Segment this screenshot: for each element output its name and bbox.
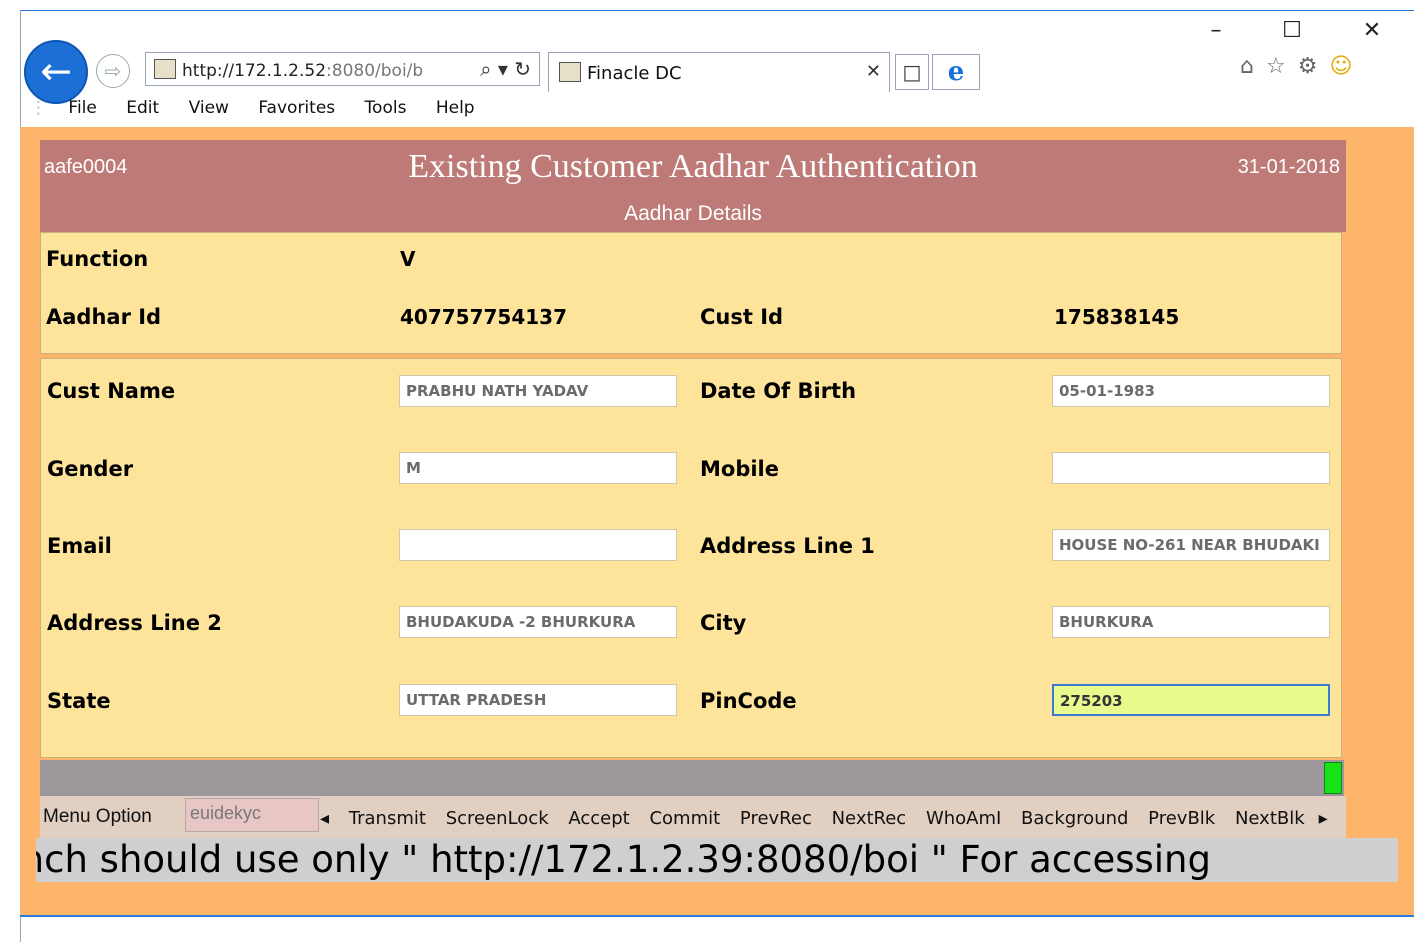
- tab-finacle[interactable]: Finacle DC ✕: [548, 52, 890, 92]
- whoami-button[interactable]: WhoAmI: [926, 808, 1001, 829]
- email-field[interactable]: [399, 529, 677, 561]
- gender-field[interactable]: M: [399, 452, 677, 484]
- email-label: Email: [47, 534, 112, 558]
- menu-option-bar: Menu Option euidekyc ◂ Transmit ScreenLo…: [40, 796, 1346, 838]
- status-indicator: [1324, 762, 1342, 794]
- city-label: City: [700, 611, 747, 635]
- aadhar-id-label: Aadhar Id: [46, 305, 162, 329]
- transmit-button[interactable]: Transmit: [349, 808, 426, 829]
- notice-text: anch should use only " http://172.1.2.39…: [36, 838, 1211, 881]
- toolbar-icons: ⌂☆⚙☺: [1240, 54, 1364, 79]
- gear-icon[interactable]: ⚙: [1298, 54, 1330, 79]
- maximize-button[interactable]: ☐: [1272, 18, 1312, 43]
- address-line-2-field[interactable]: BHUDAKUDA -2 BHURKURA: [399, 606, 677, 638]
- dob-field[interactable]: 05-01-1983: [1052, 375, 1330, 407]
- aadhar-id-value: 407757754137: [400, 305, 567, 329]
- prevblk-button[interactable]: PrevBlk: [1148, 808, 1215, 829]
- minimize-button[interactable]: –: [1196, 18, 1236, 43]
- browser-menubar: ⋮ File Edit View Favorites Tools Help: [30, 98, 499, 124]
- pincode-field[interactable]: 275203: [1052, 684, 1330, 716]
- home-icon[interactable]: ⌂: [1240, 54, 1266, 79]
- scroll-left-icon[interactable]: ◂: [320, 808, 329, 829]
- ie-logo-icon[interactable]: e: [932, 54, 980, 90]
- address-host: 172.1.2.52: [234, 61, 327, 81]
- cust-name-field[interactable]: PRABHU NATH YADAV: [399, 375, 677, 407]
- gender-label: Gender: [47, 457, 134, 481]
- menu-view[interactable]: View: [189, 98, 229, 118]
- function-label: Function: [46, 247, 149, 271]
- city-field[interactable]: BHURKURA: [1052, 606, 1330, 638]
- close-tab-icon[interactable]: ✕: [866, 61, 881, 82]
- menu-tools[interactable]: Tools: [365, 98, 407, 118]
- accept-button[interactable]: Accept: [568, 808, 629, 829]
- page-header: aafe0004 Existing Customer Aadhar Authen…: [40, 140, 1346, 232]
- address-line-1-label: Address Line 1: [700, 534, 875, 558]
- commit-button[interactable]: Commit: [649, 808, 720, 829]
- tab-title: Finacle DC: [587, 63, 682, 84]
- state-label: State: [47, 689, 111, 713]
- forward-arrow-icon[interactable]: ⇨: [96, 54, 130, 88]
- menu-help[interactable]: Help: [436, 98, 475, 118]
- dob-label: Date Of Birth: [700, 379, 857, 403]
- mobile-field[interactable]: [1052, 452, 1330, 484]
- search-refresh-icons[interactable]: ⌕ ▾ ↻: [480, 57, 531, 81]
- close-button[interactable]: ✕: [1352, 18, 1392, 43]
- cust-name-label: Cust Name: [47, 379, 176, 403]
- status-bar: [40, 760, 1344, 796]
- nextblk-button[interactable]: NextBlk: [1235, 808, 1305, 829]
- menu-option-items: ◂ Transmit ScreenLock Accept Commit Prev…: [320, 808, 1342, 829]
- menubar-grip: ⋮: [30, 98, 47, 118]
- header-date: 31-01-2018: [1237, 156, 1340, 178]
- mobile-label: Mobile: [700, 457, 779, 481]
- menu-option-input[interactable]: euidekyc: [185, 798, 319, 832]
- page-icon: [154, 59, 176, 79]
- details-section: Cust Name PRABHU NATH YADAV Date Of Birt…: [40, 358, 1342, 758]
- menu-file[interactable]: File: [68, 98, 96, 118]
- function-value: V: [400, 247, 416, 271]
- cust-id-value: 175838145: [1054, 305, 1180, 329]
- tab-page-icon: [559, 62, 581, 82]
- back-arrow-icon[interactable]: ←: [24, 40, 88, 104]
- scrolling-notice: anch should use only " http://172.1.2.39…: [36, 838, 1398, 882]
- nextrec-button[interactable]: NextRec: [832, 808, 907, 829]
- pincode-label: PinCode: [700, 689, 797, 713]
- menu-favorites[interactable]: Favorites: [258, 98, 335, 118]
- state-field[interactable]: UTTAR PRADESH: [399, 684, 677, 716]
- address-bar[interactable]: http://172.1.2.52:8080/boi/b ⌕ ▾ ↻: [145, 52, 540, 86]
- address-prefix: http://: [182, 61, 235, 81]
- smiley-feedback-icon[interactable]: ☺: [1329, 54, 1364, 79]
- content-bottom-border: [20, 915, 1414, 917]
- page-subtitle: Aadhar Details: [624, 202, 762, 225]
- scroll-right-icon[interactable]: ▸: [1319, 808, 1328, 829]
- address-rest: :8080/boi/b: [326, 61, 424, 81]
- cust-id-label: Cust Id: [700, 305, 784, 329]
- prevrec-button[interactable]: PrevRec: [740, 808, 812, 829]
- browser-window: – ☐ ✕ ← ⇨ http://172.1.2.52:8080/boi/b ⌕…: [0, 0, 1426, 942]
- menu-edit[interactable]: Edit: [126, 98, 159, 118]
- favorites-star-icon[interactable]: ☆: [1266, 54, 1298, 79]
- new-tab-icon[interactable]: □: [895, 54, 929, 90]
- summary-section: Function V Aadhar Id 407757754137 Cust I…: [40, 232, 1342, 354]
- address-line-2-label: Address Line 2: [47, 611, 222, 635]
- page-title: Existing Customer Aadhar Authentication: [408, 148, 978, 185]
- background-button[interactable]: Background: [1021, 808, 1128, 829]
- screenlock-button[interactable]: ScreenLock: [446, 808, 549, 829]
- address-line-1-field[interactable]: HOUSE NO-261 NEAR BHUDAKI: [1052, 529, 1330, 561]
- menu-option-label: Menu Option: [43, 806, 152, 827]
